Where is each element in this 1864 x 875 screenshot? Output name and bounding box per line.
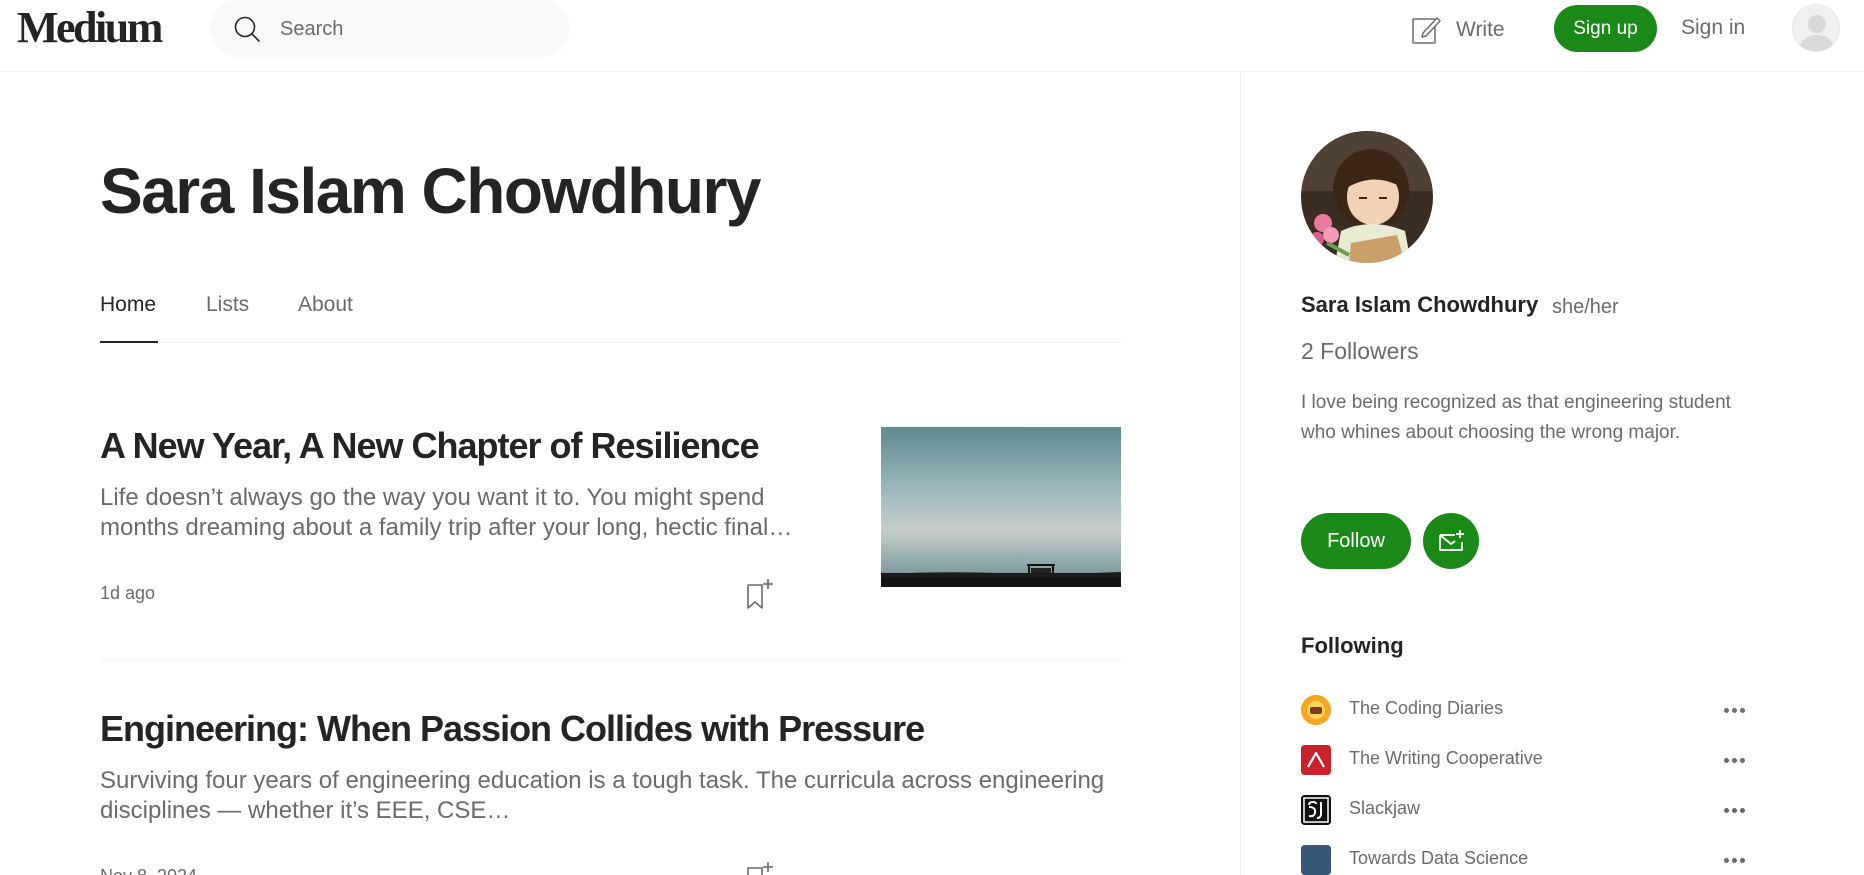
article-excerpt[interactable]: Surviving four years of engineering educ… — [100, 766, 1121, 826]
article-title[interactable]: Engineering: When Passion Collides with … — [100, 708, 925, 750]
following-item-label: The Writing Cooperative — [1349, 748, 1543, 768]
coding-diaries-icon — [1301, 695, 1331, 725]
user-avatar[interactable] — [1792, 4, 1840, 52]
following-item-label: The Coding Diaries — [1349, 698, 1504, 718]
profile-name[interactable]: Sara Islam Chowdhury — [1301, 292, 1538, 318]
sign-up-button[interactable]: Sign up — [1554, 5, 1657, 52]
bookmark-add-icon[interactable] — [745, 860, 775, 875]
article-card: Engineering: When Passion Collides with … — [100, 708, 1121, 875]
following-item[interactable]: Slackjaw — [1301, 795, 1751, 825]
landscape-image — [881, 427, 1121, 587]
page-title: Sara Islam Chowdhury — [100, 155, 761, 227]
article-title[interactable]: A New Year, A New Chapter of Resilience — [100, 425, 760, 467]
towards-data-science-icon — [1301, 845, 1331, 875]
write-label: Write — [1456, 18, 1505, 41]
mail-plus-icon — [1439, 530, 1464, 551]
subscribe-email-button[interactable] — [1423, 513, 1479, 569]
profile-tabs: Home Lists About — [100, 285, 1121, 343]
default-avatar-icon — [1799, 15, 1835, 51]
article-date: 1d ago — [100, 583, 156, 603]
article-thumbnail[interactable] — [881, 427, 1121, 587]
search-icon — [234, 16, 260, 42]
write-button[interactable]: Write — [1410, 10, 1505, 50]
column-divider — [1240, 72, 1241, 875]
more-options-icon[interactable] — [1719, 695, 1749, 725]
top-navigation-bar: Medium Write Sign up Sign in — [0, 0, 1864, 72]
profile-photo — [1301, 131, 1433, 263]
sign-in-link[interactable]: Sign in — [1681, 16, 1745, 40]
following-item[interactable]: The Coding Diaries — [1301, 695, 1751, 725]
tab-lists[interactable]: Lists — [206, 293, 249, 317]
tab-home[interactable]: Home — [100, 293, 156, 317]
more-options-icon[interactable] — [1719, 845, 1749, 875]
writing-cooperative-icon — [1301, 745, 1331, 775]
medium-logo[interactable]: Medium — [17, 6, 163, 50]
pronouns: she/her — [1552, 296, 1619, 318]
search-bar[interactable] — [210, 0, 570, 57]
follow-button[interactable]: Follow — [1301, 513, 1411, 569]
following-item-label: Towards Data Science — [1349, 848, 1529, 868]
profile-bio: I love being recognized as that engineer… — [1301, 392, 1731, 443]
search-input[interactable] — [280, 14, 550, 44]
bookmark-add-icon[interactable] — [745, 577, 775, 611]
more-options-icon[interactable] — [1719, 795, 1749, 825]
more-options-icon[interactable] — [1719, 745, 1749, 775]
article-date: Nov 8, 2024 — [100, 866, 197, 875]
active-tab-indicator — [100, 341, 158, 343]
profile-avatar[interactable] — [1301, 131, 1433, 263]
slackjaw-icon — [1301, 795, 1331, 825]
article-excerpt[interactable]: Life doesn’t always go the way you want … — [100, 483, 800, 543]
followers-count[interactable]: 2 Followers — [1301, 338, 1419, 365]
write-icon — [1412, 17, 1441, 44]
following-item[interactable]: The Writing Cooperative — [1301, 745, 1751, 775]
following-item[interactable]: Towards Data Science — [1301, 845, 1751, 875]
following-item-label: Slackjaw — [1349, 798, 1421, 818]
article-card: A New Year, A New Chapter of Resilience … — [100, 425, 1121, 661]
following-heading: Following — [1301, 633, 1404, 658]
tab-about[interactable]: About — [298, 293, 353, 317]
